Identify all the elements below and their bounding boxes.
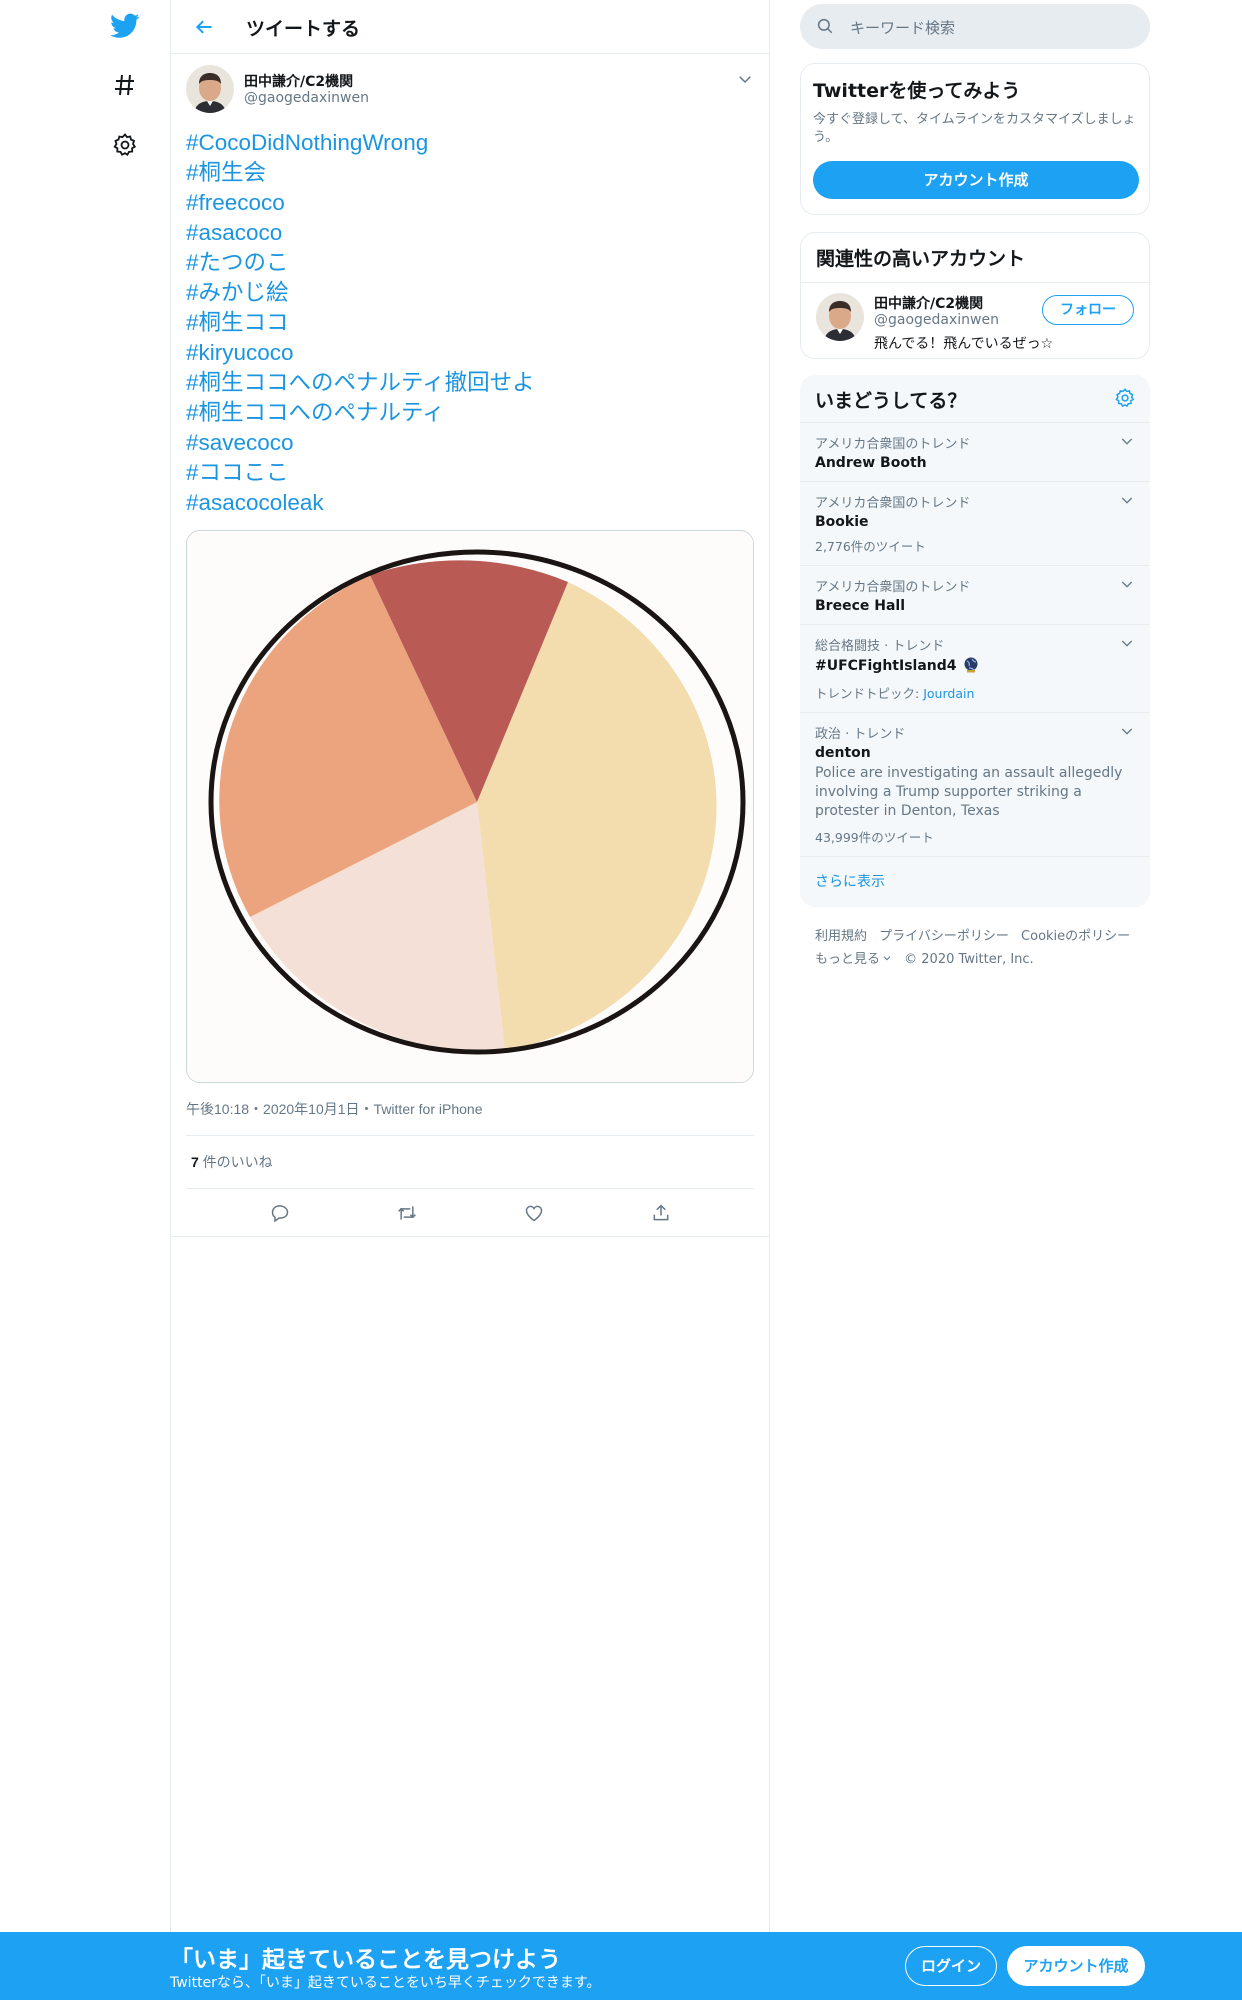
trend-context: アメリカ合衆国のトレンド bbox=[815, 496, 971, 511]
trend-name: #UFCFightIsland4 bbox=[815, 657, 1135, 677]
hashtag-link[interactable]: #桐生ココへのペナルティ bbox=[186, 398, 754, 428]
hashtag-link[interactable]: #kiryucoco bbox=[186, 338, 754, 368]
tweet-image[interactable] bbox=[186, 530, 754, 1083]
trend-context: アメリカ合衆国のトレンド bbox=[815, 580, 971, 595]
hashtag-link[interactable]: #CocoDidNothingWrong bbox=[186, 128, 754, 158]
trends-card: いまどうしてる？ アメリカ合衆国のトレンド Andrew Booth アメリカ合… bbox=[800, 375, 1150, 907]
chevron-down-icon[interactable] bbox=[1119, 723, 1135, 743]
related-bio: 飛んでる！飛んでいるぜっ☆ bbox=[874, 336, 1054, 352]
signup-title: Twitterを使ってみよう bbox=[813, 80, 1021, 102]
likes-number: 7 bbox=[191, 1154, 199, 1170]
trends-title: いまどうしてる？ bbox=[815, 390, 967, 412]
trend-count: 43,999件のツイート bbox=[815, 830, 934, 845]
trend-name: Breece Hall bbox=[815, 598, 905, 614]
gear-icon[interactable] bbox=[105, 125, 145, 165]
signup-button[interactable]: アカウント作成 bbox=[1007, 1946, 1145, 1986]
share-icon[interactable] bbox=[646, 1198, 676, 1228]
hashtag-icon[interactable] bbox=[105, 65, 145, 105]
trend-context: 総合格闘技 · トレンド bbox=[815, 639, 945, 654]
hashtag-link[interactable]: #桐生ココへのペナルティ撤回せよ bbox=[186, 368, 754, 398]
related-handle[interactable]: @gaogedaxinwen bbox=[874, 312, 999, 328]
trend-item[interactable]: アメリカ合衆国のトレンド Bookie 2,776件のツイート bbox=[800, 482, 1150, 566]
retweet-icon[interactable] bbox=[392, 1198, 422, 1228]
trend-count: 2,776件のツイート bbox=[815, 539, 926, 554]
hashtag-link[interactable]: #savecoco bbox=[186, 428, 754, 458]
bottom-signup-bar: 「いま」起きていることを見つけよう Twitterなら、「いま」起きていることを… bbox=[0, 1932, 1242, 2000]
more-link-label: もっと見る bbox=[815, 952, 881, 967]
main-header: ツイートする bbox=[171, 0, 769, 54]
trend-name: Andrew Booth bbox=[815, 455, 927, 471]
hashtag-link[interactable]: #桐生会 bbox=[186, 158, 754, 188]
reply-icon[interactable] bbox=[265, 1198, 295, 1228]
search-box[interactable]: キーワード検索 bbox=[800, 4, 1150, 49]
trend-topic-link[interactable]: Jourdain bbox=[923, 686, 974, 701]
chevron-down-icon[interactable] bbox=[1119, 635, 1135, 655]
author-name[interactable]: 田中謙介/C2機関 bbox=[244, 71, 353, 91]
hashtag-link[interactable]: #みかじ絵 bbox=[186, 278, 754, 308]
follow-button[interactable]: フォロー bbox=[1042, 295, 1134, 325]
hashtag-link[interactable]: #asacoco bbox=[186, 218, 754, 248]
more-link[interactable]: もっと見る bbox=[815, 952, 892, 967]
author-handle[interactable]: @gaogedaxinwen bbox=[244, 90, 369, 106]
hashtag-link[interactable]: #freecoco bbox=[186, 188, 754, 218]
like-icon[interactable] bbox=[519, 1198, 549, 1228]
privacy-link[interactable]: プライバシーポリシー bbox=[879, 929, 1009, 944]
trend-name-text: #UFCFightIsland4 bbox=[815, 658, 957, 674]
page-title: ツイートする bbox=[246, 18, 361, 40]
back-arrow-icon[interactable] bbox=[189, 12, 219, 42]
trend-name: Bookie bbox=[815, 514, 869, 530]
search-input[interactable]: キーワード検索 bbox=[850, 17, 955, 38]
hashtag-link[interactable]: #桐生ココ bbox=[186, 308, 754, 338]
trend-description: Police are investigating an assault alle… bbox=[815, 765, 1123, 819]
related-accounts-card: 関連性の高いアカウント 田中謙介/C2機関 @gaogedaxinwen 飛んで… bbox=[800, 232, 1150, 359]
show-more-link[interactable]: さらに表示 bbox=[800, 857, 1150, 905]
tweet-hashtags: #CocoDidNothingWrong #桐生会 #freecoco #asa… bbox=[186, 128, 754, 518]
signup-description: 今すぐ登録して、タイムラインをカスタマイズしましょう。 bbox=[813, 112, 1136, 145]
chevron-down-icon bbox=[882, 952, 892, 967]
login-button[interactable]: ログイン bbox=[905, 1946, 997, 1986]
trend-item[interactable]: アメリカ合衆国のトレンド Breece Hall bbox=[800, 566, 1150, 625]
tweet-timestamp[interactable]: 午後10:18・2020年10月1日・Twitter for iPhone bbox=[186, 1099, 754, 1136]
chevron-down-icon[interactable] bbox=[1119, 576, 1135, 596]
left-navigation bbox=[0, 0, 170, 2000]
chevron-down-icon[interactable] bbox=[736, 70, 754, 88]
trend-item[interactable]: 総合格闘技 · トレンド #UFCFightIsland4 トレンドトピック: … bbox=[800, 625, 1150, 713]
copyright: © 2020 Twitter, Inc. bbox=[904, 952, 1034, 967]
bottom-bar-title: 「いま」起きていることを見つけよう bbox=[170, 1947, 561, 1973]
gear-icon[interactable] bbox=[1115, 388, 1135, 412]
signup-card: Twitterを使ってみよう 今すぐ登録して、タイムラインをカスタマイズしましょ… bbox=[800, 63, 1150, 215]
likes-count[interactable]: 7 件のいいね bbox=[186, 1136, 754, 1189]
cookie-link[interactable]: Cookieのポリシー bbox=[1021, 929, 1130, 944]
trend-context: アメリカ合衆国のトレンド bbox=[815, 437, 971, 452]
hashtag-link[interactable]: #asacocoleak bbox=[186, 488, 754, 518]
twitter-bird-icon[interactable] bbox=[105, 6, 145, 46]
trend-context: 政治 · トレンド bbox=[815, 727, 906, 742]
terms-link[interactable]: 利用規約 bbox=[815, 929, 867, 944]
related-user[interactable]: 田中謙介/C2機関 @gaogedaxinwen 飛んでる！飛んでいるぜっ☆ フ… bbox=[801, 283, 1149, 353]
chevron-down-icon[interactable] bbox=[1119, 492, 1135, 512]
footer-links: 利用規約 プライバシーポリシー Cookieのポリシー もっと見る © 2020… bbox=[815, 925, 1145, 971]
bottom-bar-subtitle: Twitterなら、「いま」起きていることをいち早くチェックできます。 bbox=[170, 1975, 601, 1991]
related-title: 関連性の高いアカウント bbox=[801, 233, 1149, 283]
trend-item[interactable]: アメリカ合衆国のトレンド Andrew Booth bbox=[800, 423, 1150, 482]
tweet-author: 田中謙介/C2機関 @gaogedaxinwen bbox=[186, 64, 754, 114]
chevron-down-icon[interactable] bbox=[1119, 433, 1135, 453]
globe-icon bbox=[963, 657, 979, 677]
trend-topic-label: トレンドトピック: bbox=[815, 686, 920, 701]
avatar[interactable] bbox=[816, 293, 864, 341]
trend-name: denton bbox=[815, 745, 871, 761]
search-icon bbox=[816, 17, 834, 39]
main-column: ツイートする 田中謙介/C2機関 @gaogedaxinwen #CocoDid… bbox=[170, 0, 770, 1932]
trends-header: いまどうしてる？ bbox=[800, 375, 1150, 423]
hashtag-link[interactable]: #ココここ bbox=[186, 458, 754, 488]
tweet-actions bbox=[171, 1189, 769, 1237]
related-name[interactable]: 田中謙介/C2機関 bbox=[874, 293, 983, 313]
create-account-button[interactable]: アカウント作成 bbox=[813, 161, 1139, 199]
trend-item[interactable]: 政治 · トレンド denton Police are investigatin… bbox=[800, 713, 1150, 857]
likes-label: 件のいいね bbox=[202, 1154, 273, 1170]
tweet: 田中謙介/C2機関 @gaogedaxinwen #CocoDidNothing… bbox=[171, 54, 769, 1237]
trend-topic: トレンドトピック: Jourdain bbox=[815, 683, 1135, 702]
hashtag-link[interactable]: #たつのこ bbox=[186, 248, 754, 278]
avatar[interactable] bbox=[186, 65, 234, 113]
